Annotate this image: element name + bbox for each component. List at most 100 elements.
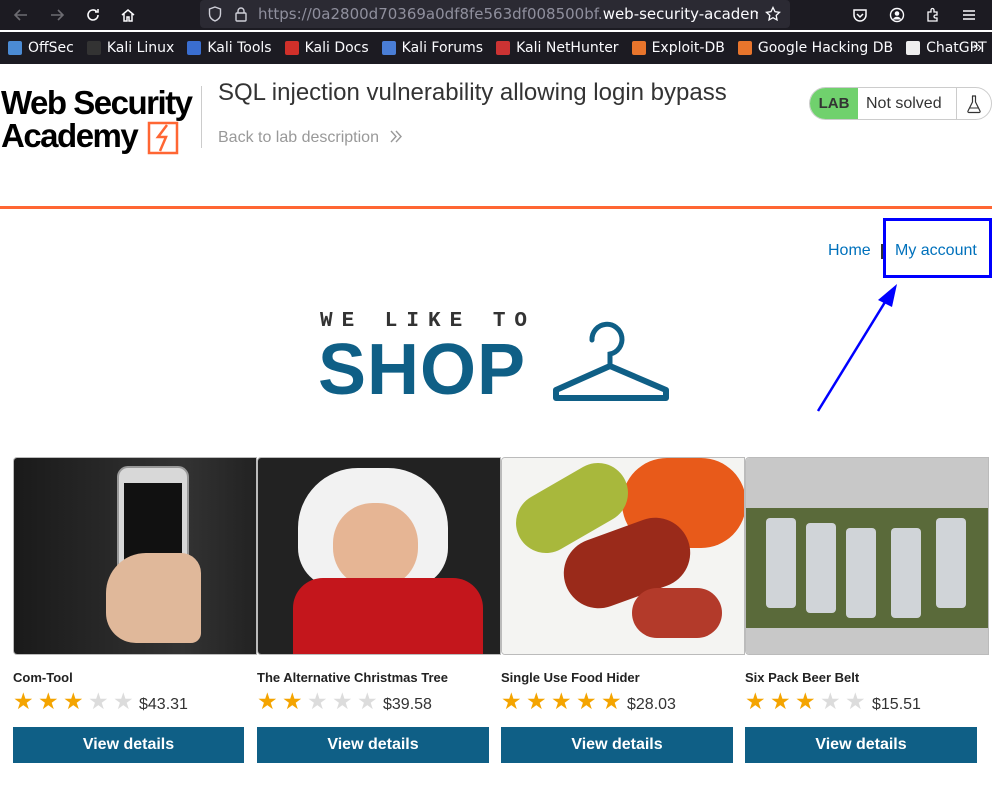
star-icon: ★ [745,688,766,714]
bookmarks-overflow-icon[interactable]: » [973,39,982,57]
product-price: $28.03 [627,696,676,713]
extensions-icon[interactable] [921,3,945,27]
bookmark-item[interactable]: Kali NetHunter [496,40,619,56]
product-name: Single Use Food Hider [501,670,640,685]
star-icon: ★ [770,688,791,714]
bookmark-label: Kali Tools [207,40,272,56]
lab-status-text: Not solved [858,88,957,119]
star-icon: ★ [526,688,547,714]
star-icon: ★ [795,688,816,714]
bookmark-star-icon[interactable] [762,3,784,25]
browser-toolbar: https://0a2800d70369a0df8fe563df008500bf… [0,0,992,30]
banner-shop-word: SHOP [318,330,527,410]
web-security-academy-logo[interactable]: Web Security Academy [1,86,201,161]
star-icon: ★ [13,688,34,714]
bookmark-item[interactable]: Kali Docs [284,40,369,56]
bookmark-label: Kali Forums [401,40,484,56]
product-price: $39.58 [383,696,432,713]
hanger-icon [553,321,669,401]
url-text[interactable]: https://0a2800d70369a0df8fe563df008500bf… [258,5,758,23]
back-arrow-icon[interactable] [9,3,33,27]
logo-divider [201,86,202,148]
star-icon: ★ [601,688,622,714]
bookmark-item[interactable]: Kali Forums [381,40,484,56]
product-rating: ★ ★ ★ ★ ★ [257,689,382,713]
bookmarks-bar: OffSec Kali Linux Kali Tools Kali Docs Kali … [0,32,992,64]
forward-arrow-icon[interactable] [45,3,69,27]
double-chevron-right-icon [390,130,403,143]
bookmark-item[interactable]: Kali Tools [187,40,272,56]
bookmark-favicon-icon [737,41,752,55]
bookmark-label: Kali Docs [304,40,369,56]
view-details-button[interactable]: View details [745,727,977,763]
lab-status-badge: LAB Not solved [809,87,992,120]
bookmark-item[interactable]: Exploit-DB [631,40,725,56]
star-icon: ★ [357,688,378,714]
bookmark-favicon-icon [187,41,202,55]
reload-icon[interactable] [81,3,105,27]
back-to-lab-link[interactable]: Back to lab description [218,129,403,147]
shield-icon[interactable] [204,3,226,25]
star-icon: ★ [501,688,522,714]
star-icon: ★ [845,688,866,714]
product-name: Six Pack Beer Belt [745,670,860,685]
bookmark-favicon-icon [284,41,299,55]
logo-line2: Academy [1,117,139,154]
product-rating: ★ ★ ★ ★ ★ [13,689,138,713]
flask-icon [957,88,991,119]
lock-icon[interactable] [230,3,252,25]
bookmark-item[interactable]: OffSec [8,40,74,56]
product-card-com-tool: Com-Tool ★ ★ ★ ★ ★ $43.31 View details [13,457,257,763]
star-icon: ★ [282,688,303,714]
academy-header: Web Security Academy SQL injection vulne… [0,64,992,209]
menu-icon[interactable] [957,3,981,27]
view-details-button[interactable]: View details [501,727,733,763]
we-like-to-shop-banner: WE LIKE TO SHOP [318,310,678,410]
product-image [745,457,989,655]
bookmark-favicon-icon [906,41,921,55]
product-price: $43.31 [139,696,188,713]
product-image [501,457,745,655]
view-details-button[interactable]: View details [257,727,489,763]
product-rating: ★ ★ ★ ★ ★ [745,689,870,713]
back-link-label: Back to lab description [218,129,379,146]
star-icon: ★ [63,688,84,714]
view-details-button[interactable]: View details [13,727,244,763]
logo-line1: Web Security [1,84,193,121]
product-card-alternative-christmas-tree: The Alternative Christmas Tree ★ ★ ★ ★ ★ $39.5… [257,457,501,763]
annotation-arrow [816,284,897,412]
account-icon[interactable] [885,3,909,27]
bookmark-favicon-icon [8,41,22,55]
star-icon: ★ [113,688,134,714]
product-image [257,457,501,655]
pocket-icon[interactable] [848,3,872,27]
bookmark-favicon-icon [631,41,646,55]
bookmark-favicon-icon [86,41,101,55]
product-image [13,457,257,655]
bookmark-label: Google Hacking DB [757,40,894,56]
star-icon: ★ [551,688,572,714]
home-icon[interactable] [116,3,140,27]
bookmark-label: Exploit-DB [651,40,725,56]
star-icon: ★ [820,688,841,714]
lab-label: LAB [810,88,858,119]
url-bar[interactable]: https://0a2800d70369a0df8fe563df008500bf… [200,0,790,28]
star-icon: ★ [257,688,278,714]
annotation-highlight-box [883,218,992,278]
bookmark-favicon-icon [496,41,511,55]
product-card-six-pack-beer-belt: Six Pack Beer Belt ★ ★ ★ ★ ★ $15.51 View detail… [745,457,989,763]
bookmark-favicon-icon [381,41,396,55]
star-icon: ★ [576,688,597,714]
product-name: The Alternative Christmas Tree [257,670,448,685]
star-icon: ★ [38,688,59,714]
star-icon: ★ [307,688,328,714]
product-name: Com-Tool [13,670,73,685]
bookmark-item[interactable]: Google Hacking DB [737,40,894,56]
bookmark-label: OffSec [28,40,74,56]
lab-title: SQL injection vulnerability allowing log… [218,79,727,106]
bookmark-item[interactable]: Kali Linux [86,40,175,56]
logo-bolt-icon [147,121,179,155]
bookmark-label: Kali Linux [106,40,175,56]
nav-home-link[interactable]: Home [828,242,871,260]
product-rating: ★ ★ ★ ★ ★ [501,689,626,713]
